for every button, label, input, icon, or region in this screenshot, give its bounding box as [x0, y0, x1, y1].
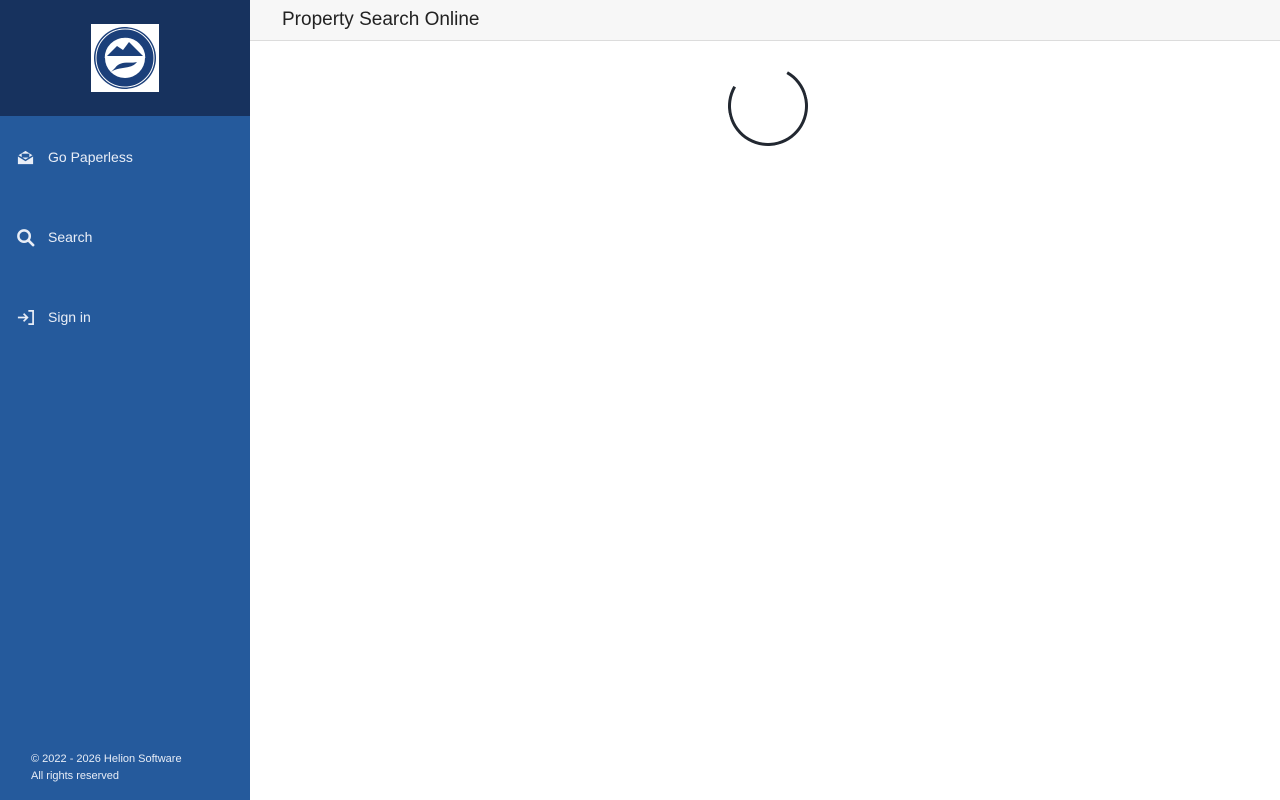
- sidebar: Go Paperless Search Sign in © 2022 - 202…: [0, 0, 250, 800]
- sidebar-item-search[interactable]: Search: [0, 217, 250, 257]
- app-root: Go Paperless Search Sign in © 2022 - 202…: [0, 0, 1280, 800]
- top-bar: Property Search Online: [250, 0, 1280, 41]
- sign-in-icon: [16, 308, 35, 327]
- sidebar-item-label: Search: [48, 229, 93, 245]
- sidebar-item-go-paperless[interactable]: Go Paperless: [0, 137, 250, 177]
- rights-text: All rights reserved: [31, 770, 120, 782]
- search-icon: [16, 228, 35, 247]
- sidebar-item-sign-in[interactable]: Sign in: [0, 297, 250, 337]
- sidebar-item-label: Go Paperless: [48, 149, 133, 165]
- main-content: [250, 41, 1280, 800]
- sidebar-item-label: Sign in: [48, 309, 91, 325]
- county-logo[interactable]: [91, 24, 159, 92]
- sidebar-footer: © 2022 - 2026 Helion Software All rights…: [31, 751, 182, 785]
- logo-area: [0, 0, 250, 116]
- copyright-text: © 2022 - 2026 Helion Software: [31, 753, 182, 765]
- envelope-open-icon: [16, 148, 35, 167]
- loading-spinner: [719, 57, 817, 155]
- page-title: Property Search Online: [282, 9, 480, 30]
- county-seal-icon: [94, 27, 156, 89]
